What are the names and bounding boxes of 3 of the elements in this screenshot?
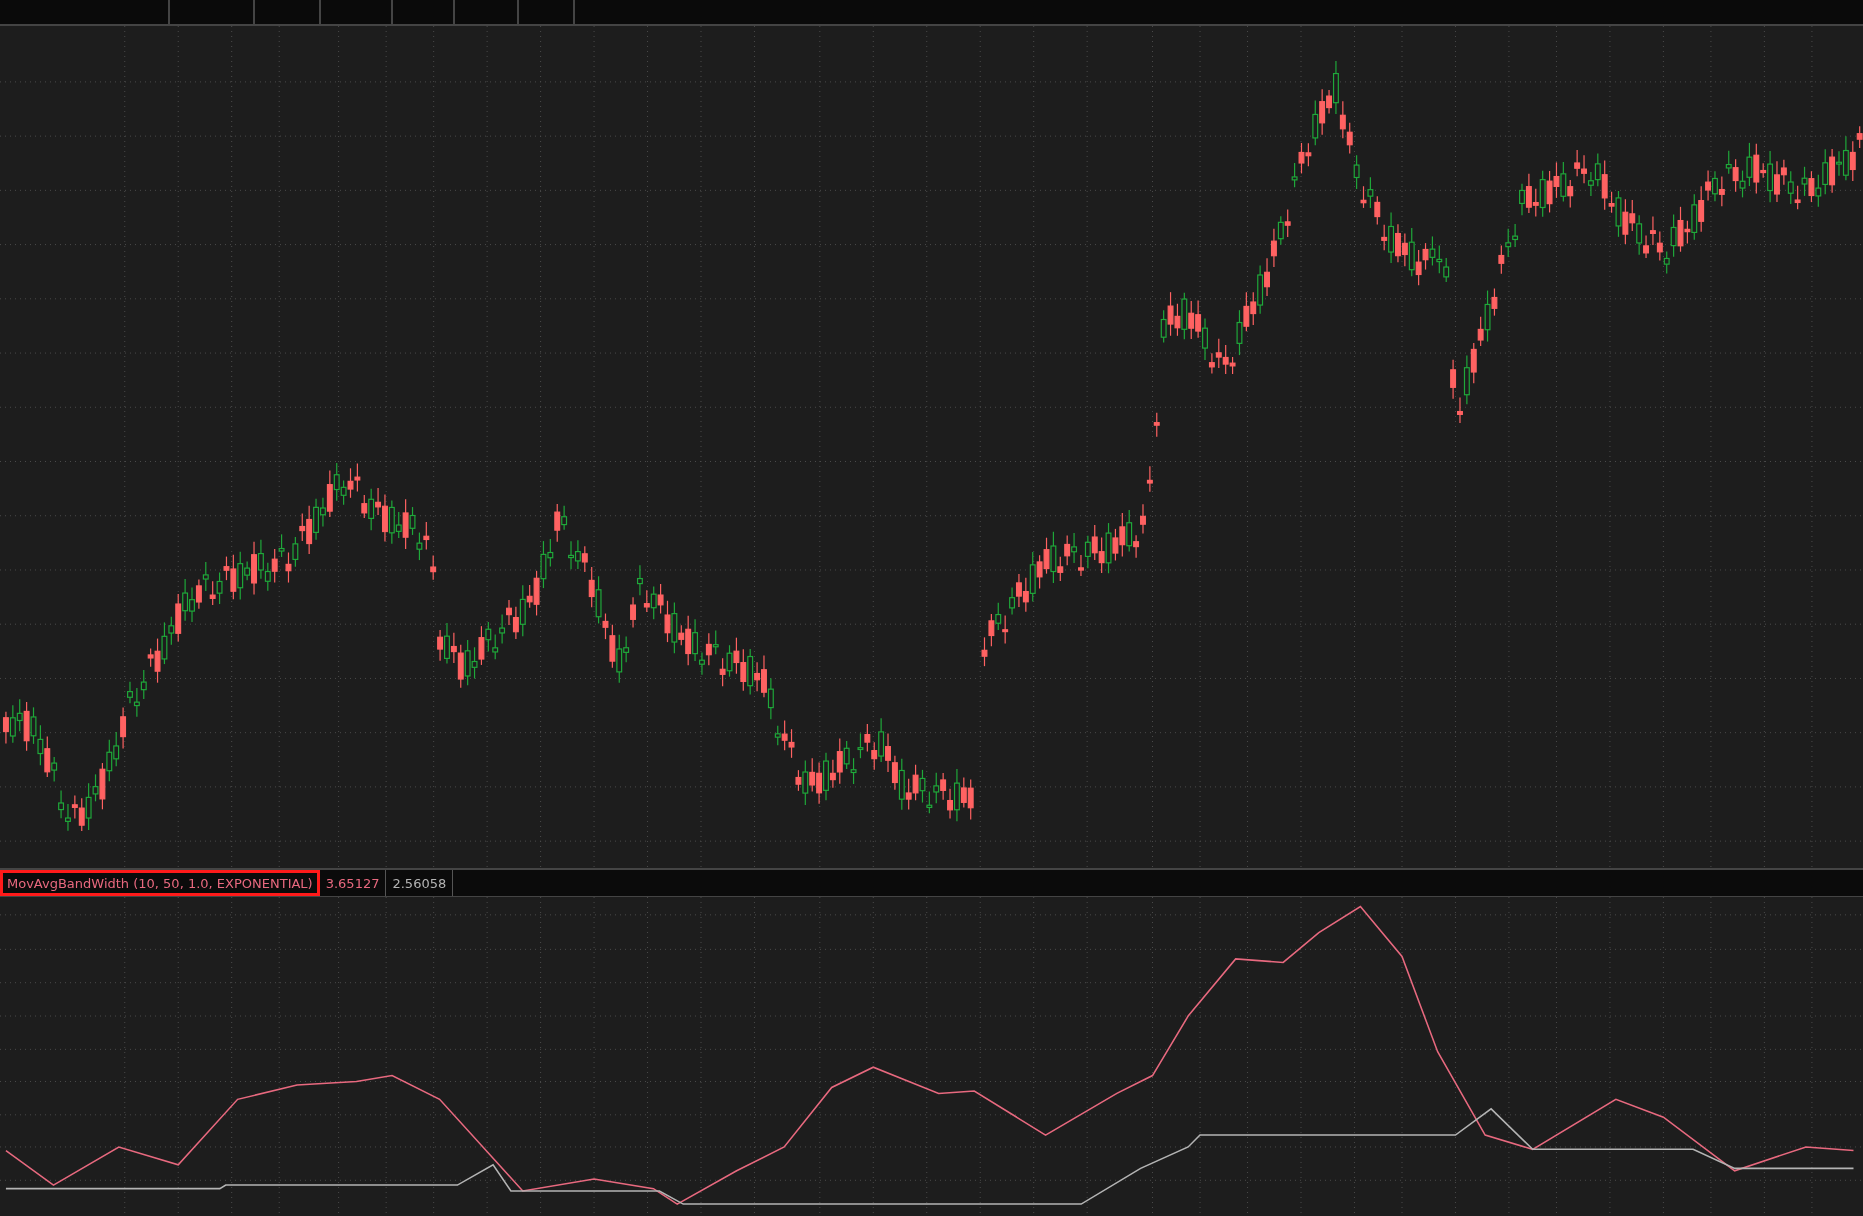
- study-label[interactable]: MovAvgBandWidth (10, 50, 1.0, EXPONENTIAL): [0, 870, 320, 896]
- study-reading: 2.56058: [386, 870, 454, 896]
- study-reading: 3.65127: [319, 870, 387, 896]
